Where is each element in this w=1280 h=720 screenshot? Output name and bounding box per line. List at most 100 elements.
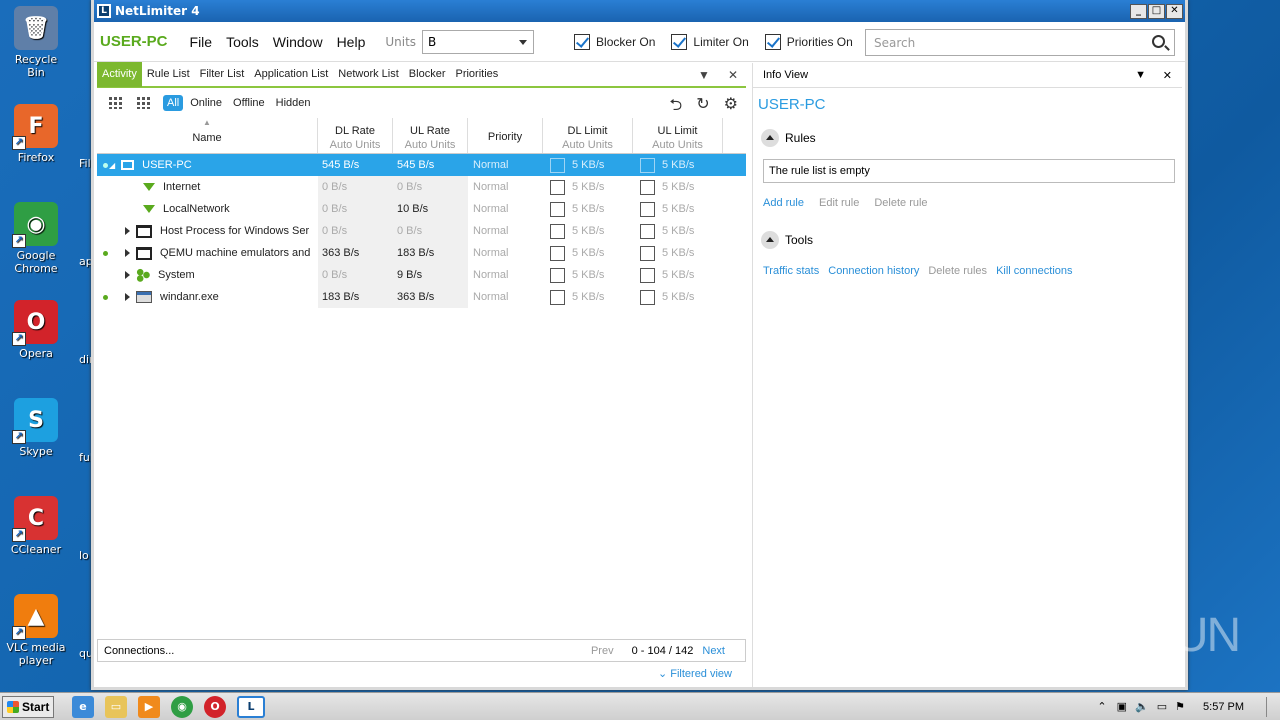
prev-button[interactable]: Prev — [591, 645, 614, 657]
priority-cell[interactable]: Normal — [468, 198, 543, 220]
dl-limit-cell[interactable]: 5 KB/s — [543, 198, 633, 220]
ul-limit-checkbox[interactable] — [640, 267, 655, 283]
traffic-stats-link[interactable]: Traffic stats — [763, 265, 819, 277]
filter-all[interactable]: All — [163, 95, 184, 111]
dl-limit-cell[interactable]: 5 KB/s — [543, 242, 633, 264]
dl-limit-cell[interactable]: 5 KB/s — [543, 286, 633, 308]
priority-cell[interactable]: Normal — [468, 242, 543, 264]
netlimiter-taskbar-icon[interactable]: L — [237, 695, 265, 718]
tab-priorities[interactable]: Priorities — [450, 62, 503, 87]
menu-window[interactable]: Window — [273, 34, 323, 50]
table-row[interactable]: System 0 B/s 9 B/s Normal 5 KB/s 5 KB/s — [97, 264, 746, 286]
expand-icon[interactable] — [125, 293, 130, 302]
column-dl-rate[interactable]: DL Rate Auto Units — [318, 118, 393, 153]
tools-section-toggle[interactable]: Tools — [761, 231, 1182, 249]
ul-limit-checkbox[interactable] — [640, 223, 655, 239]
add-rule-link[interactable]: Add rule — [763, 197, 804, 209]
host-name[interactable]: USER-PC — [100, 33, 168, 50]
ul-limit-cell[interactable]: 5 KB/s — [633, 286, 723, 308]
tab-network-list[interactable]: Network List — [333, 62, 404, 87]
ie-icon[interactable]: e — [72, 695, 94, 718]
undo-icon[interactable]: ⮌ — [669, 94, 682, 121]
ul-limit-cell[interactable]: 5 KB/s — [633, 198, 723, 220]
dl-limit-cell[interactable]: 5 KB/s — [543, 176, 633, 198]
priority-cell[interactable]: Normal — [468, 286, 543, 308]
units-dropdown[interactable]: B — [422, 29, 535, 54]
table-row[interactable]: QEMU machine emulators and 363 B/s 183 B/s… — [97, 242, 746, 264]
filter-hidden[interactable]: Hidden — [272, 95, 315, 111]
dl-limit-cell[interactable]: 5 KB/s — [543, 220, 633, 242]
kill-connections-link[interactable]: Kill connections — [996, 265, 1072, 277]
desktop-icon-label[interactable]: Fil — [79, 157, 91, 170]
menu-file[interactable]: File — [190, 34, 213, 50]
ul-limit-checkbox[interactable] — [640, 289, 655, 305]
tab-rule-list[interactable]: Rule List — [142, 62, 195, 87]
column-name[interactable]: ▲ Name — [97, 118, 318, 153]
desktop-icon-label[interactable]: lo — [79, 549, 89, 562]
start-button[interactable]: Start — [2, 695, 54, 718]
show-desktop-button[interactable] — [1266, 696, 1280, 717]
connection-history-link[interactable]: Connection history — [828, 265, 919, 277]
minimize-button[interactable]: _ — [1130, 4, 1147, 19]
grid-view-icon[interactable] — [109, 97, 123, 109]
next-button[interactable]: Next — [702, 645, 725, 657]
menu-help[interactable]: Help — [337, 34, 366, 50]
table-row[interactable]: windanr.exe 183 B/s 363 B/s Normal 5 KB/s 5 K… — [97, 286, 746, 308]
refresh-icon[interactable]: ↻ — [696, 94, 709, 121]
tray-arrow-icon[interactable]: ⌃ — [1097, 700, 1106, 713]
priority-cell[interactable]: Normal — [468, 220, 543, 242]
title-bar[interactable]: L NetLimiter 4 _ □ ✕ — [94, 0, 1185, 22]
gear-icon[interactable]: ⚙ — [724, 94, 738, 121]
limiter-toggle[interactable]: Limiter On — [671, 33, 749, 50]
desktop-icon[interactable]: 🗑 Recycle Bin — [5, 6, 67, 79]
tab-application-list[interactable]: Application List — [249, 62, 333, 87]
desktop-icon[interactable]: O ↗ Opera — [5, 300, 67, 360]
priority-cell[interactable]: Normal — [468, 154, 543, 176]
expand-icon[interactable] — [125, 249, 130, 258]
ul-limit-cell[interactable]: 5 KB/s — [633, 176, 723, 198]
dl-limit-cell[interactable]: 5 KB/s — [543, 154, 633, 176]
table-row[interactable]: Host Process for Windows Ser 0 B/s 0 B/s No… — [97, 220, 746, 242]
table-row[interactable]: LocalNetwork 0 B/s 10 B/s Normal 5 KB/s 5 KB/… — [97, 198, 746, 220]
ul-limit-checkbox[interactable] — [640, 201, 655, 217]
tab-activity[interactable]: Activity — [97, 62, 142, 87]
search-input[interactable]: Search — [865, 29, 1175, 56]
dl-limit-checkbox[interactable] — [550, 245, 565, 261]
panel-menu-icon[interactable]: ▼ — [1135, 69, 1146, 81]
priority-cell[interactable]: Normal — [468, 176, 543, 198]
explorer-icon[interactable]: ▭ — [105, 695, 127, 718]
opera-icon[interactable]: O — [204, 695, 226, 718]
connections-link[interactable]: Connections... — [104, 645, 174, 657]
dl-limit-checkbox[interactable] — [550, 289, 565, 305]
chrome-icon[interactable]: ◉ — [171, 695, 193, 718]
edit-rule-link[interactable]: Edit rule — [819, 197, 859, 209]
menu-tools[interactable]: Tools — [226, 34, 259, 50]
tab-filter-list[interactable]: Filter List — [195, 62, 250, 87]
expand-icon[interactable] — [125, 271, 130, 280]
filter-online[interactable]: Online — [186, 95, 226, 111]
display-icon[interactable]: ▭ — [1157, 700, 1167, 713]
clock[interactable]: 5:57 PM — [1203, 701, 1244, 713]
network-icon[interactable]: ▣ — [1117, 700, 1127, 713]
delete-rules-link[interactable]: Delete rules — [928, 265, 987, 277]
priorities-toggle[interactable]: Priorities On — [764, 33, 853, 50]
priority-cell[interactable]: Normal — [468, 264, 543, 286]
tab-blocker[interactable]: Blocker — [404, 62, 451, 87]
grid-compact-icon[interactable] — [137, 97, 151, 109]
desktop-icon[interactable]: ◉ ↗ Google Chrome — [5, 202, 67, 275]
dl-limit-checkbox[interactable] — [550, 223, 565, 239]
ul-limit-checkbox[interactable] — [640, 179, 655, 195]
column-ul-limit[interactable]: UL Limit Auto Units — [633, 118, 723, 153]
ul-limit-cell[interactable]: 5 KB/s — [633, 154, 723, 176]
dl-limit-checkbox[interactable] — [550, 157, 565, 173]
ul-limit-cell[interactable]: 5 KB/s — [633, 220, 723, 242]
ul-limit-cell[interactable]: 5 KB/s — [633, 264, 723, 286]
desktop-icon[interactable]: ▲ ↗ VLC media player — [5, 594, 67, 667]
expand-icon[interactable] — [125, 227, 130, 236]
delete-rule-link[interactable]: Delete rule — [874, 197, 927, 209]
filtered-view-toggle[interactable]: ⌄ Filtered view — [658, 667, 732, 680]
desktop-icon[interactable]: C ↗ CCleaner — [5, 496, 67, 556]
search-icon[interactable] — [1152, 35, 1165, 48]
volume-icon[interactable]: 🔈 — [1135, 700, 1149, 713]
maximize-button[interactable]: □ — [1148, 4, 1165, 19]
